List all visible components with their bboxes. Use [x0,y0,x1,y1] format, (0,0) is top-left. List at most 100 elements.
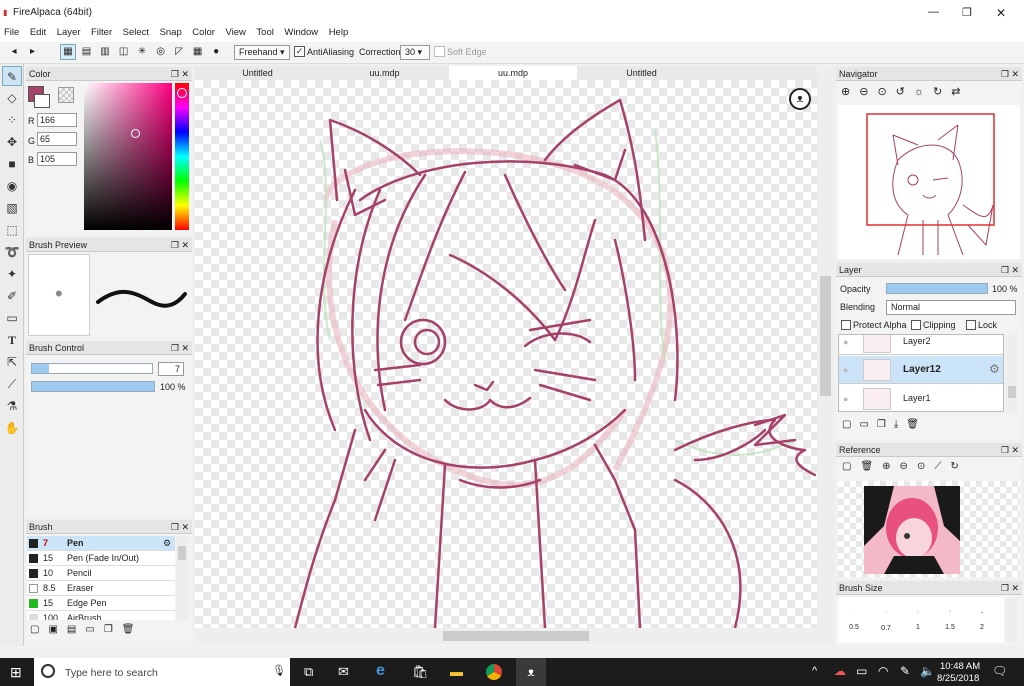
layer-list-scrollbar[interactable] [1006,334,1018,412]
lock-checkbox[interactable] [966,320,976,330]
sv-cursor[interactable] [131,129,140,138]
taskbar-search-box[interactable]: Type here to search 🎙 [34,658,290,686]
rotate-icon[interactable]: ↻ [950,461,967,472]
zoom-out-icon[interactable]: ⊖ [859,86,877,98]
edit-brush-icon[interactable]: ▣ [48,624,66,635]
visibility-icon[interactable]: ● [843,337,848,347]
task-view-icon[interactable]: ⧉ [304,664,313,680]
text-tool-icon[interactable]: T [2,330,22,350]
brush-item[interactable]: 7 Pen ⚙ [27,536,175,551]
visibility-icon[interactable]: ● [843,394,848,404]
correction-select[interactable]: 30 ▾ [400,45,430,60]
gradient-tool-icon[interactable]: ▧ [2,198,22,218]
brush-item[interactable]: 100 AirBrush [27,611,175,620]
layer-row[interactable]: ● Layer2 [839,335,1003,355]
tray-app-icon[interactable]: ☁ [834,664,846,678]
close-button[interactable]: ✕ [996,6,1006,20]
microphone-icon[interactable]: 🎙 [272,664,286,677]
rotate-left-icon[interactable]: ↺ [896,86,914,98]
zoom-fit-icon[interactable]: ⊙ [877,86,895,98]
gear-icon[interactable]: ⚙ [163,536,171,550]
copy-brush-icon[interactable]: ▤ [67,624,85,635]
maximize-button[interactable]: ❐ [962,6,972,19]
notification-icon[interactable]: 🗨 [992,664,1007,678]
volume-icon[interactable]: 🔈 [920,664,935,678]
rotate-reset-icon[interactable]: ☼ [914,86,933,98]
file-explorer-icon[interactable]: ▬ [450,664,463,679]
mail-icon[interactable]: ✉ [338,664,349,680]
taskbar-date[interactable]: 8/25/2018 [937,673,979,684]
menu-filter[interactable]: Filter [87,26,116,40]
menu-snap[interactable]: Snap [156,26,186,40]
size-option[interactable]: · 1 [902,597,934,643]
trash-icon[interactable]: 🗑 [122,624,144,635]
b-input[interactable]: 105 [37,152,77,166]
clipping-checkbox[interactable] [911,320,921,330]
snap-parallel-icon[interactable]: ▤ [79,44,95,60]
brush-item[interactable]: 15 Edge Pen [27,596,175,611]
visibility-icon[interactable]: ● [843,365,848,375]
reference-image[interactable] [838,481,1020,577]
rotate-right-icon[interactable]: ↻ [933,86,951,98]
gear-icon[interactable]: ⚙ [989,362,1000,376]
size-option[interactable]: · 2 [966,597,998,643]
size-option[interactable]: · 1.5 [934,597,966,643]
magic-wand-tool-icon[interactable]: ✦ [2,264,22,284]
canvas-vertical-scrollbar[interactable] [817,66,834,644]
panel-controls-icon[interactable]: ❐ ✕ [171,238,189,252]
snap-curve-icon[interactable]: ◸ [171,44,187,60]
duplicate-icon[interactable]: ❐ [104,624,122,635]
menu-layer[interactable]: Layer [53,26,85,40]
menu-edit[interactable]: Edit [26,26,50,40]
layer-row-selected[interactable]: ● Layer12 ⚙ [839,356,1003,384]
operation-tool-icon[interactable]: ⇱ [2,352,22,372]
menu-color[interactable]: Color [188,26,219,40]
g-input[interactable]: 65 [37,132,77,146]
snap-circle-icon[interactable]: ◎ [153,44,169,60]
brush-size-input[interactable]: 7 [158,362,184,376]
transparent-color-swatch[interactable] [58,87,74,103]
menu-select[interactable]: Select [119,26,153,40]
pen-tool-icon[interactable]: ✎ [2,66,22,86]
snap-grid-icon[interactable]: ▦ [190,44,206,60]
merge-layer-icon[interactable]: ⤓ [894,419,906,430]
move-tool-icon[interactable]: ✥ [2,132,22,152]
tab-untitled-2[interactable]: Untitled [579,66,704,80]
zoom-out-icon[interactable]: ⊖ [900,461,917,472]
folder-icon[interactable]: ▭ [85,624,103,635]
wifi-icon[interactable]: ◠ [878,664,888,678]
panel-controls-icon[interactable]: ❐ ✕ [171,341,189,355]
select-pen-tool-icon[interactable]: ✐ [2,286,22,306]
size-option[interactable]: · 0.7 [870,597,902,643]
brush-item[interactable]: 8.5 Eraser [27,581,175,596]
new-folder-icon[interactable]: ▭ [859,419,876,430]
next-icon[interactable]: ▸ [25,44,41,60]
chrome-icon[interactable] [486,664,502,680]
show-hidden-icons[interactable]: ^ [812,665,817,677]
eyedropper-icon[interactable]: ⟋ [934,461,950,472]
layer-row[interactable]: ● Layer1 [839,385,1003,411]
select-eraser-tool-icon[interactable]: ▭ [2,308,22,328]
store-icon[interactable]: 🛍 [412,664,429,680]
start-button[interactable]: ⊞ [10,664,22,681]
soft-edge-checkbox[interactable] [434,46,445,57]
duplicate-layer-icon[interactable]: ❐ [877,419,894,430]
minimize-button[interactable]: — [928,6,939,18]
hue-cursor[interactable] [177,88,187,98]
hand-tool-icon[interactable]: ✋ [2,418,22,438]
brush-item[interactable]: 10 Pencil [27,566,175,581]
brush-size-scrollbar[interactable] [1006,597,1018,643]
tab-uu-1[interactable]: uu.mdp [322,66,447,80]
taskbar-search-input[interactable]: Type here to search [65,667,158,679]
menu-view[interactable]: View [221,26,249,40]
trash-icon[interactable]: 🗑 [860,461,882,472]
size-option[interactable]: · 0.5 [838,597,870,643]
drawing-canvas[interactable]: ᴥ [195,80,817,628]
snap-off-icon[interactable]: ▦ [60,44,76,60]
brush-item[interactable]: 15 Pen (Fade In/Out) [27,551,175,566]
canvas-horizontal-scrollbar[interactable] [195,628,817,644]
select-tool-icon[interactable]: ⬚ [2,220,22,240]
tab-untitled-1[interactable]: Untitled [195,66,320,80]
prev-icon[interactable]: ◂ [6,44,22,60]
hue-slider[interactable] [175,83,189,230]
